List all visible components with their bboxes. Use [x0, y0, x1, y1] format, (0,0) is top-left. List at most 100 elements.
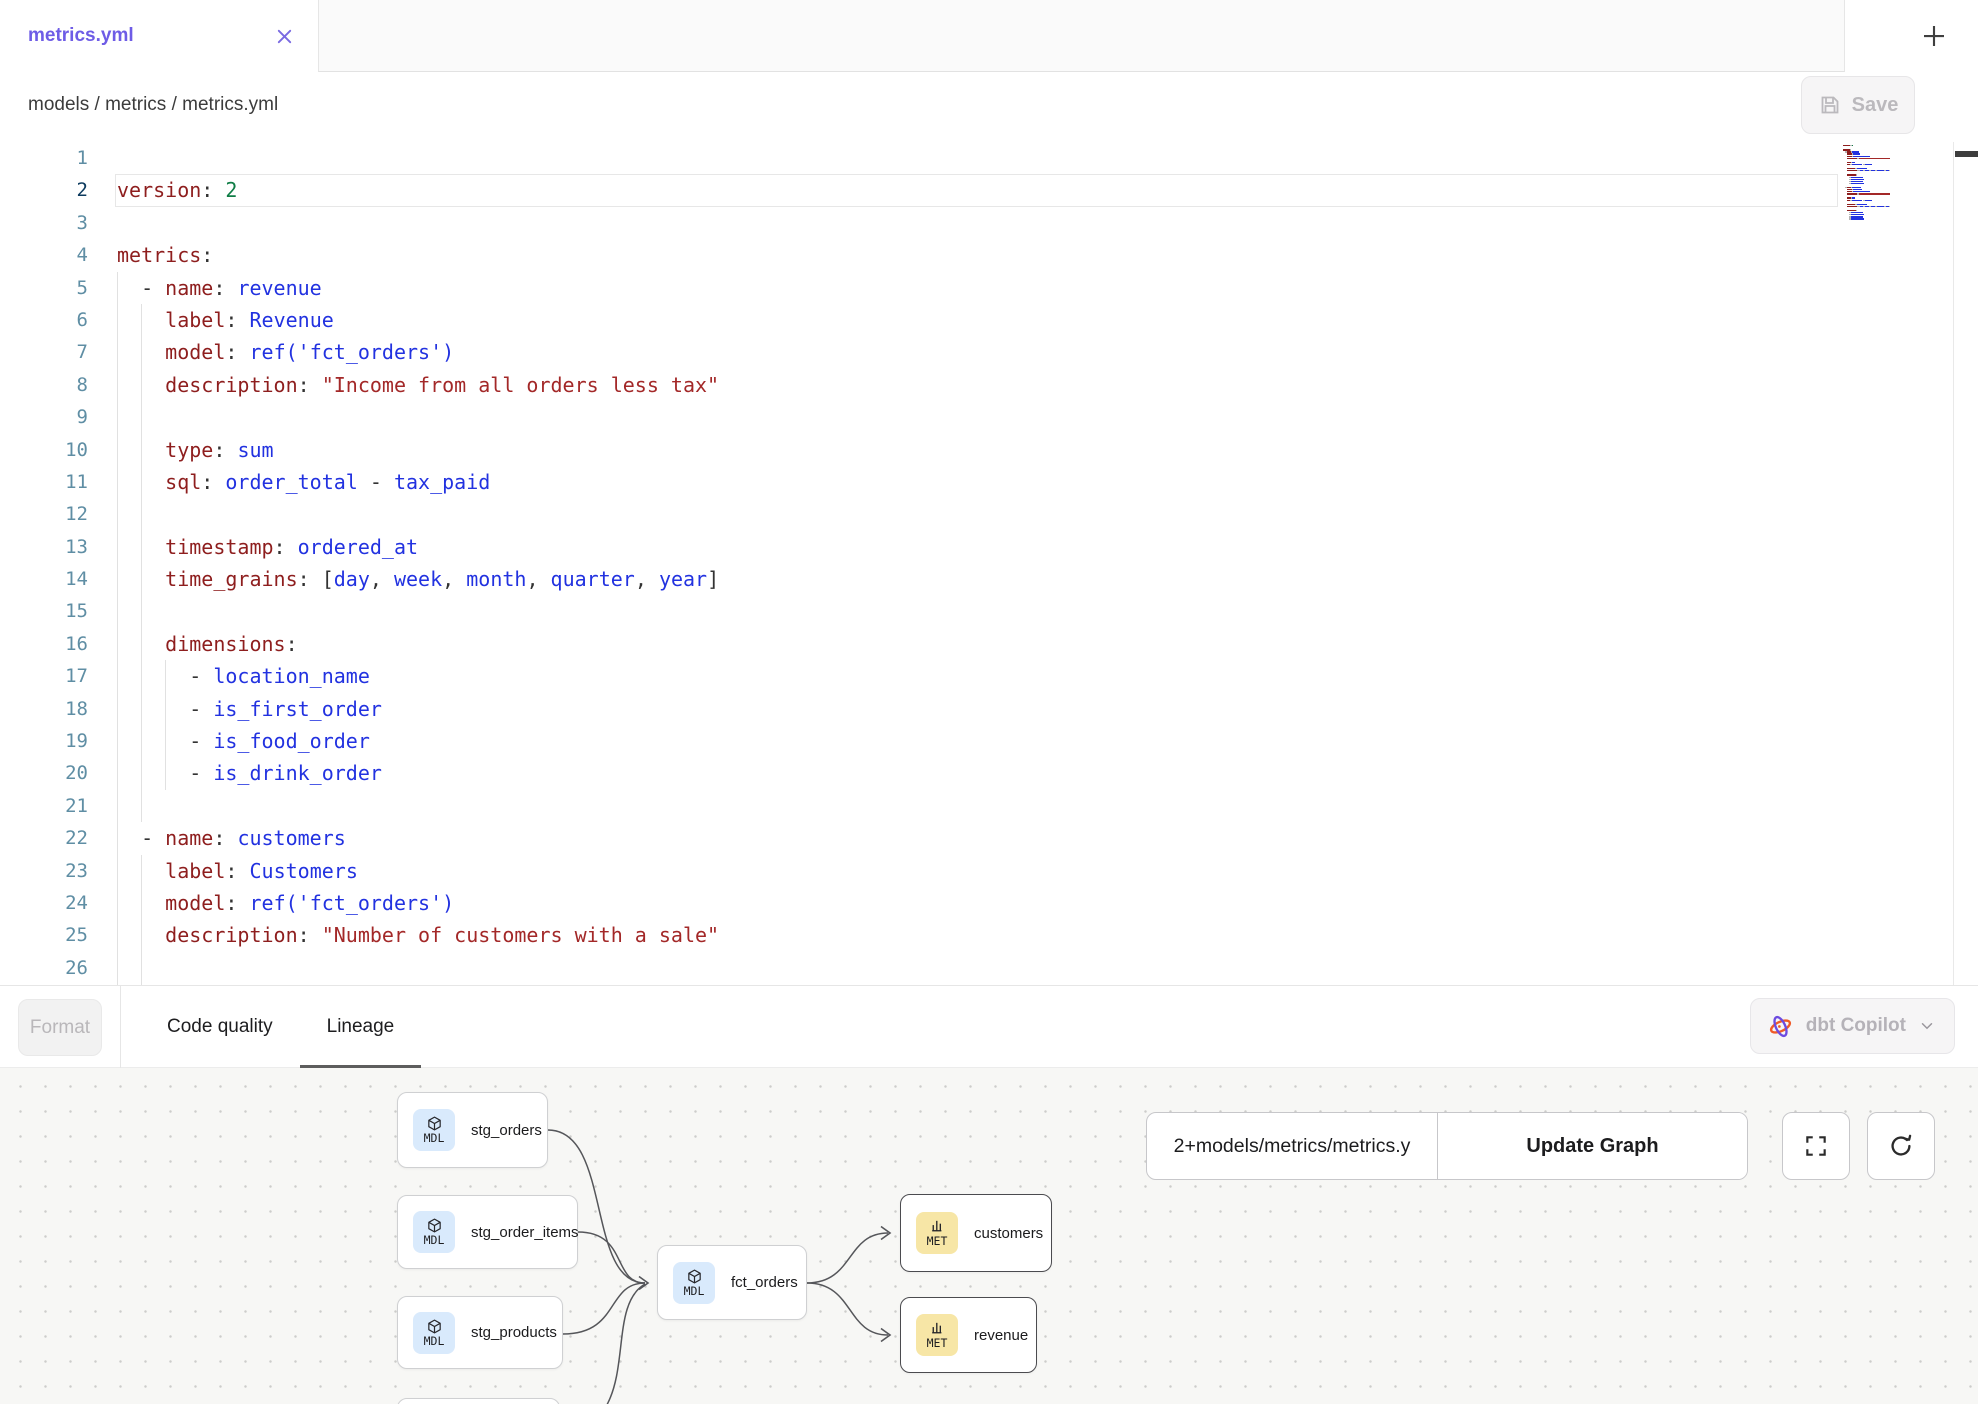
dbt-ide-window: metrics.yml models / metrics / metrics.y… [0, 0, 1978, 1404]
model-badge: MDL [673, 1262, 715, 1304]
pane-tab-lineage[interactable]: Lineage [300, 986, 422, 1068]
minimap[interactable] [1843, 143, 1895, 220]
editor-line[interactable]: 9 [0, 401, 1978, 433]
code-text: - name: revenue [115, 272, 1838, 304]
code-text [115, 790, 1838, 822]
line-number: 25 [0, 919, 88, 951]
refresh-button[interactable] [1867, 1112, 1935, 1180]
editor-line[interactable]: 13 timestamp: ordered_at [0, 531, 1978, 563]
edge-hidden_model-to-fct_orders [558, 1284, 645, 1404]
editor-line[interactable]: 2version: 2 [0, 174, 1978, 206]
fullscreen-button[interactable] [1782, 1112, 1850, 1180]
line-number: 7 [0, 336, 88, 368]
bar-chart-icon [929, 1320, 946, 1337]
lineage-node-stg_order_items[interactable]: MDL stg_order_items [397, 1195, 578, 1269]
cube-icon [686, 1268, 703, 1285]
lineage-panel[interactable]: MDLstg_ordersMDLstg_order_itemsMDLstg_pr… [0, 1068, 1978, 1404]
metric-badge: MET [916, 1212, 958, 1254]
badge-type-label: MDL [424, 1233, 445, 1247]
cube-icon [426, 1217, 443, 1234]
editor-line[interactable]: 17 - location_name [0, 660, 1978, 692]
editor-line[interactable]: 25 description: "Number of customers wit… [0, 919, 1978, 951]
editor-line[interactable]: 22 - name: customers [0, 822, 1978, 854]
breadcrumb[interactable]: models / metrics / metrics.yml [28, 94, 278, 116]
editor-line[interactable]: 1 [0, 142, 1978, 174]
editor-line[interactable]: 5 - name: revenue [0, 272, 1978, 304]
code-text: - is_food_order [115, 725, 1838, 757]
line-number: 21 [0, 790, 88, 822]
update-graph-button[interactable]: Update Graph [1437, 1113, 1747, 1179]
editor-line[interactable]: 20 - is_drink_order [0, 757, 1978, 789]
selector-input[interactable] [1147, 1113, 1437, 1179]
editor-line[interactable]: 8 description: "Income from all orders l… [0, 369, 1978, 401]
code-text: - is_drink_order [115, 757, 1838, 789]
node-label: stg_order_items [471, 1224, 579, 1241]
editor-line[interactable]: 4metrics: [0, 239, 1978, 271]
line-number: 19 [0, 725, 88, 757]
bar-chart-icon [929, 1218, 946, 1235]
code-text: label: Revenue [115, 304, 1838, 336]
save-button[interactable]: Save [1801, 76, 1915, 134]
editor-line[interactable]: 26 [0, 952, 1978, 984]
editor-line[interactable]: 16 dimensions: [0, 628, 1978, 660]
editor-line[interactable]: 18 - is_first_order [0, 693, 1978, 725]
line-number: 12 [0, 498, 88, 530]
code-text: dimensions: [115, 628, 1838, 660]
dbt-copilot-button[interactable]: dbt Copilot [1750, 998, 1955, 1054]
line-number: 11 [0, 466, 88, 498]
editor-scrollbar-handle[interactable] [1955, 151, 1978, 157]
code-editor[interactable]: 12version: 234metrics:5 - name: revenue6… [0, 142, 1978, 985]
code-text: timestamp: ordered_at [115, 531, 1838, 563]
node-label: stg_products [471, 1324, 557, 1341]
line-number: 2 [0, 174, 88, 206]
editor-line[interactable]: 6 label: Revenue [0, 304, 1978, 336]
badge-type-label: MET [927, 1234, 948, 1248]
lineage-node-fct_orders[interactable]: MDLfct_orders [657, 1245, 807, 1320]
editor-line[interactable]: 14 time_grains: [day, week, month, quart… [0, 563, 1978, 595]
line-number: 24 [0, 887, 88, 919]
pane-tabs: Code qualityLineage [140, 986, 421, 1068]
lineage-node-revenue[interactable]: METrevenue [900, 1297, 1037, 1373]
code-text: type: sum [115, 434, 1838, 466]
line-number: 26 [0, 952, 88, 984]
model-badge: MDL [413, 1312, 455, 1354]
editor-line[interactable]: 21 [0, 790, 1978, 822]
line-number: 3 [0, 207, 88, 239]
new-tab-plus-icon[interactable] [1918, 20, 1950, 52]
code-text [115, 142, 1838, 174]
editor-line[interactable]: 7 model: ref('fct_orders') [0, 336, 1978, 368]
badge-type-label: MET [927, 1336, 948, 1350]
code-text: model: ref('fct_orders') [115, 336, 1838, 368]
node-label: stg_orders [471, 1122, 542, 1139]
editor-line[interactable]: 19 - is_food_order [0, 725, 1978, 757]
editor-line[interactable]: 12 [0, 498, 1978, 530]
lineage-node-stg_products[interactable]: MDL stg_products [397, 1296, 563, 1369]
lineage-node-customers[interactable]: METcustomers [900, 1194, 1052, 1272]
line-number: 18 [0, 693, 88, 725]
code-text: sql: order_total - tax_paid [115, 466, 1838, 498]
close-icon[interactable] [270, 22, 298, 50]
line-number: 5 [0, 272, 88, 304]
editor-line[interactable]: 11 sql: order_total - tax_paid [0, 466, 1978, 498]
editor-line[interactable]: 24 model: ref('fct_orders') [0, 887, 1978, 919]
editor-line[interactable]: 3 [0, 207, 1978, 239]
code-text [115, 401, 1838, 433]
lineage-node-hidden_model[interactable] [397, 1398, 560, 1404]
editor-line[interactable]: 15 [0, 595, 1978, 627]
badge-type-label: MDL [424, 1334, 445, 1348]
code-text [115, 498, 1838, 530]
editor-line[interactable]: 10 type: sum [0, 434, 1978, 466]
code-text [115, 952, 1838, 984]
editor-line[interactable]: 23 label: Customers [0, 855, 1978, 887]
code-text: - is_first_order [115, 693, 1838, 725]
line-number: 1 [0, 142, 88, 174]
pane-tab-code-quality[interactable]: Code quality [140, 986, 300, 1068]
graph-selector-group: Update Graph [1146, 1112, 1748, 1180]
line-number: 4 [0, 239, 88, 271]
code-text: - name: customers [115, 822, 1838, 854]
dbt-copilot-label: dbt Copilot [1806, 1015, 1906, 1037]
format-button[interactable]: Format [18, 999, 102, 1056]
cube-icon [426, 1115, 443, 1132]
line-number: 8 [0, 369, 88, 401]
lineage-node-stg_orders[interactable]: MDLstg_orders [397, 1092, 548, 1168]
